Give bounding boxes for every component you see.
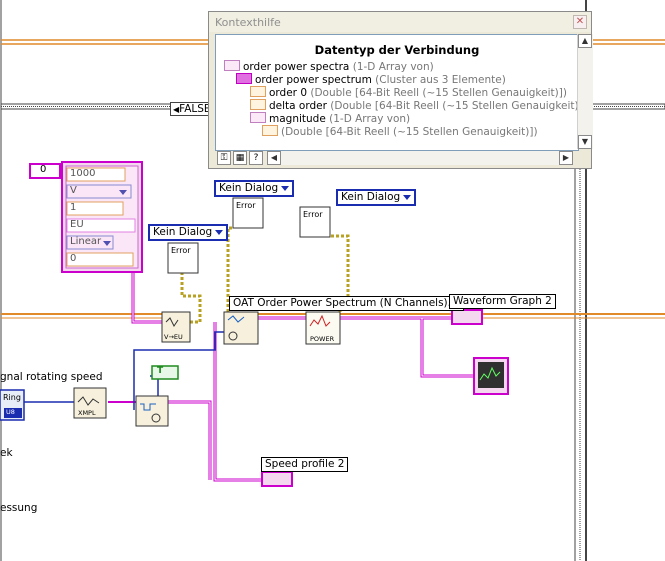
cluster-value-mode[interactable]: Linear bbox=[70, 236, 101, 247]
cluster-value-samples[interactable]: 1000 bbox=[70, 168, 95, 179]
cluster-value-scale[interactable]: 1 bbox=[70, 202, 76, 213]
ring-text: Ring bbox=[3, 393, 21, 402]
chevron-down-icon bbox=[403, 195, 412, 200]
close-icon[interactable]: ✕ bbox=[573, 15, 587, 29]
help-icon[interactable]: ? bbox=[249, 151, 263, 165]
waveform-graph-label[interactable]: Waveform Graph 2 bbox=[449, 294, 556, 309]
type-row: order power spectra (1-D Array von) bbox=[224, 60, 434, 73]
type-row: order 0 (Double [64-Bit Reell (~15 Stell… bbox=[250, 86, 567, 99]
type-row: order power spectrum (Cluster aus 3 Elem… bbox=[236, 73, 506, 86]
type-row: (Double [64-Bit Reell (~15 Stellen Genau… bbox=[262, 125, 538, 138]
vertical-scrollbar[interactable]: ▲ ▼ bbox=[577, 34, 593, 149]
array-icon bbox=[224, 60, 240, 71]
signal-label: gnal rotating speed bbox=[0, 371, 103, 383]
scroll-up-icon[interactable]: ▲ bbox=[578, 34, 592, 48]
u8-text: U8 bbox=[6, 408, 15, 416]
double-icon bbox=[262, 125, 278, 136]
scroll-right-icon[interactable]: ▶ bbox=[559, 151, 573, 165]
speed-profile-label[interactable]: Speed profile 2 bbox=[261, 457, 349, 472]
type-row: delta order (Double [64-Bit Reell (~15 S… bbox=[250, 99, 578, 112]
lock-icon[interactable]: ⚿ bbox=[217, 151, 231, 165]
error-icon-label-1: Error bbox=[171, 246, 191, 255]
vi-label[interactable]: OAT Order Power Spectrum (N Channels).vi bbox=[229, 296, 465, 311]
simple-view-icon[interactable]: ▦ bbox=[233, 151, 247, 165]
left-text-1: ek bbox=[0, 447, 13, 459]
double-icon bbox=[250, 99, 266, 110]
speed-node bbox=[135, 395, 169, 427]
dialog-dropdown-2[interactable]: Kein Dialog bbox=[214, 180, 295, 197]
left-text-2: essung bbox=[0, 502, 38, 514]
error-icon-label-2: Error bbox=[236, 201, 256, 210]
horizontal-scrollbar[interactable]: ◀ ▶ bbox=[267, 151, 573, 165]
xmpl-text: XMPL bbox=[78, 409, 96, 417]
speed-profile-terminal bbox=[261, 471, 293, 487]
oat-vi-node bbox=[223, 311, 259, 345]
context-help-content: Datentyp der Verbindung order power spec… bbox=[215, 34, 579, 151]
array-icon bbox=[250, 112, 266, 123]
context-help-toolbar: ⚿ ▦ ? ◀ ▶ bbox=[215, 150, 593, 168]
chevron-down-icon bbox=[281, 186, 290, 191]
cluster-value-unit[interactable]: V bbox=[70, 185, 77, 196]
context-help-title: Kontexthilfe bbox=[215, 16, 281, 29]
context-help-window[interactable]: Kontexthilfe ✕ Datentyp der Verbindung o… bbox=[208, 11, 593, 169]
power-text: POWER bbox=[310, 335, 335, 343]
cluster-icon bbox=[236, 73, 252, 84]
cluster-value-eu[interactable]: EU bbox=[70, 219, 84, 230]
help-heading: Datentyp der Verbindung bbox=[314, 43, 480, 57]
graph-indicator-icon bbox=[473, 357, 509, 395]
scroll-down-icon[interactable]: ▼ bbox=[578, 135, 592, 149]
double-icon bbox=[250, 86, 266, 97]
context-help-titlebar[interactable]: Kontexthilfe ✕ bbox=[209, 12, 591, 32]
boolean-constant-text[interactable]: T bbox=[157, 366, 163, 376]
numeric-index-constant[interactable]: 0 bbox=[40, 164, 46, 175]
cluster-value-offset[interactable]: 0 bbox=[70, 253, 76, 264]
error-icon-label-3: Error bbox=[303, 210, 323, 219]
boolean-constant bbox=[151, 365, 179, 380]
dialog-dropdown-1[interactable]: Kein Dialog bbox=[148, 224, 229, 241]
dialog-dropdown-3[interactable]: Kein Dialog bbox=[336, 189, 417, 206]
scroll-left-icon[interactable]: ◀ bbox=[267, 151, 281, 165]
waveform-terminal bbox=[451, 309, 483, 325]
type-row: magnitude (1-D Array von) bbox=[250, 112, 410, 125]
v-to-eu-text: V→EU bbox=[164, 333, 183, 341]
chevron-down-icon bbox=[215, 230, 224, 235]
